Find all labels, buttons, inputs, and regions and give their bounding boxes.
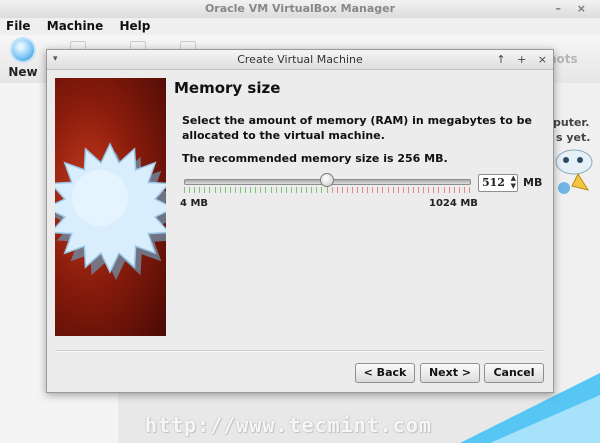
- slider-tick: [275, 187, 277, 193]
- slider-tick: [469, 187, 470, 193]
- slider-tick: [239, 187, 241, 193]
- slider-tick: [331, 187, 333, 193]
- slider-tick: [199, 187, 201, 193]
- slider-tick: [336, 187, 338, 193]
- slider-tick: [285, 187, 287, 193]
- slider-tick: [397, 187, 399, 193]
- new-vm-icon: [12, 39, 34, 61]
- window-menu-icon[interactable]: ▾: [53, 50, 58, 69]
- memory-spinbox[interactable]: 512 ▲ ▼: [478, 174, 518, 192]
- slider-tick: [418, 187, 420, 193]
- slider-tick: [407, 187, 409, 193]
- slider-tick: [189, 187, 191, 193]
- slider-tick: [234, 187, 236, 193]
- slider-tick: [423, 187, 425, 193]
- slider-tick: [280, 187, 282, 193]
- slider-tick: [255, 187, 257, 193]
- slider-tick: [367, 187, 369, 193]
- slider-tick: [250, 187, 252, 193]
- button-separator: [55, 350, 545, 352]
- manager-window-controls[interactable]: – ×: [555, 0, 592, 18]
- slider-tick: [392, 187, 394, 193]
- decorative-corner-light: [490, 395, 600, 443]
- slider-tick: [438, 187, 440, 193]
- menu-bar: File Machine Help: [0, 18, 600, 35]
- wizard-side-image: [55, 78, 166, 336]
- slider-tick: [413, 187, 415, 193]
- slider-tick: [321, 187, 323, 193]
- slider-tick: [428, 187, 430, 193]
- create-vm-dialog: ▾ Create Virtual Machine ↑ + × Memory si…: [46, 49, 554, 393]
- slider-tick: [290, 187, 292, 193]
- memory-slider-ticks: [184, 187, 470, 194]
- slider-tick: [209, 187, 211, 193]
- slider-tick: [453, 187, 455, 193]
- dialog-title-bar: ▾ Create Virtual Machine ↑ + ×: [47, 50, 553, 70]
- recommended-memory-text: The recommended memory size is 256 MB.: [182, 152, 448, 165]
- starburst-icon: [55, 142, 166, 280]
- slider-tick: [443, 187, 445, 193]
- manager-title: Oracle VM VirtualBox Manager: [204, 2, 396, 15]
- slider-tick: [341, 187, 343, 193]
- manager-title-bar: Oracle VM VirtualBox Manager – ×: [0, 0, 600, 19]
- slider-tick: [357, 187, 359, 193]
- slider-tick: [260, 187, 262, 193]
- slider-tick: [346, 187, 348, 193]
- memory-description: Select the amount of memory (RAM) in meg…: [182, 114, 532, 142]
- slider-tick: [194, 187, 196, 193]
- page-title: Memory size: [174, 79, 281, 97]
- slider-tick: [311, 187, 313, 193]
- keep-above-icon[interactable]: ↑: [496, 53, 505, 66]
- menu-help[interactable]: Help: [119, 19, 150, 33]
- slider-tick: [351, 187, 353, 193]
- slider-tick: [204, 187, 206, 193]
- slider-tick: [326, 187, 328, 193]
- slider-tick: [301, 187, 303, 193]
- slider-tick: [382, 187, 384, 193]
- spinbox-arrows-icon[interactable]: ▲ ▼: [511, 174, 516, 190]
- back-button[interactable]: < Back: [355, 363, 415, 383]
- slider-tick: [402, 187, 404, 193]
- welcome-text-fragment-1: puter.: [553, 116, 590, 129]
- slider-tick: [229, 187, 231, 193]
- slider-tick: [458, 187, 460, 193]
- maximize-icon[interactable]: +: [517, 53, 526, 66]
- dialog-title: Create Virtual Machine: [237, 53, 363, 66]
- slider-tick: [377, 187, 379, 193]
- mascot-icon: [555, 149, 593, 194]
- new-button[interactable]: New: [6, 39, 40, 79]
- dialog-window-controls: ↑ + ×: [488, 50, 547, 69]
- slider-tick: [316, 187, 318, 193]
- slider-tick: [433, 187, 435, 193]
- cancel-button[interactable]: Cancel: [484, 363, 544, 383]
- slider-tick: [372, 187, 374, 193]
- slider-tick: [387, 187, 389, 193]
- close-icon[interactable]: ×: [538, 53, 547, 66]
- slider-tick: [245, 187, 247, 193]
- slider-tick: [219, 187, 221, 193]
- new-button-label: New: [8, 65, 38, 79]
- memory-slider-handle[interactable]: [319, 173, 334, 187]
- memory-spinbox-value[interactable]: 512: [482, 176, 505, 189]
- slider-tick: [270, 187, 272, 193]
- slider-tick: [295, 187, 297, 193]
- watermark: http://www.tecmint.com: [145, 413, 432, 437]
- menu-file[interactable]: File: [6, 19, 31, 33]
- slider-tick: [214, 187, 216, 193]
- slider-tick: [362, 187, 364, 193]
- menu-machine[interactable]: Machine: [47, 19, 104, 33]
- slider-tick: [306, 187, 308, 193]
- slider-tick: [265, 187, 267, 193]
- slider-tick: [448, 187, 450, 193]
- slider-tick: [184, 187, 185, 193]
- slider-tick: [463, 187, 465, 193]
- slider-tick: [224, 187, 226, 193]
- slider-min-label: 4 MB: [180, 198, 209, 209]
- slider-max-label: 1024 MB: [429, 198, 478, 209]
- next-button[interactable]: Next >: [420, 363, 480, 383]
- memory-unit-label: MB: [523, 176, 543, 189]
